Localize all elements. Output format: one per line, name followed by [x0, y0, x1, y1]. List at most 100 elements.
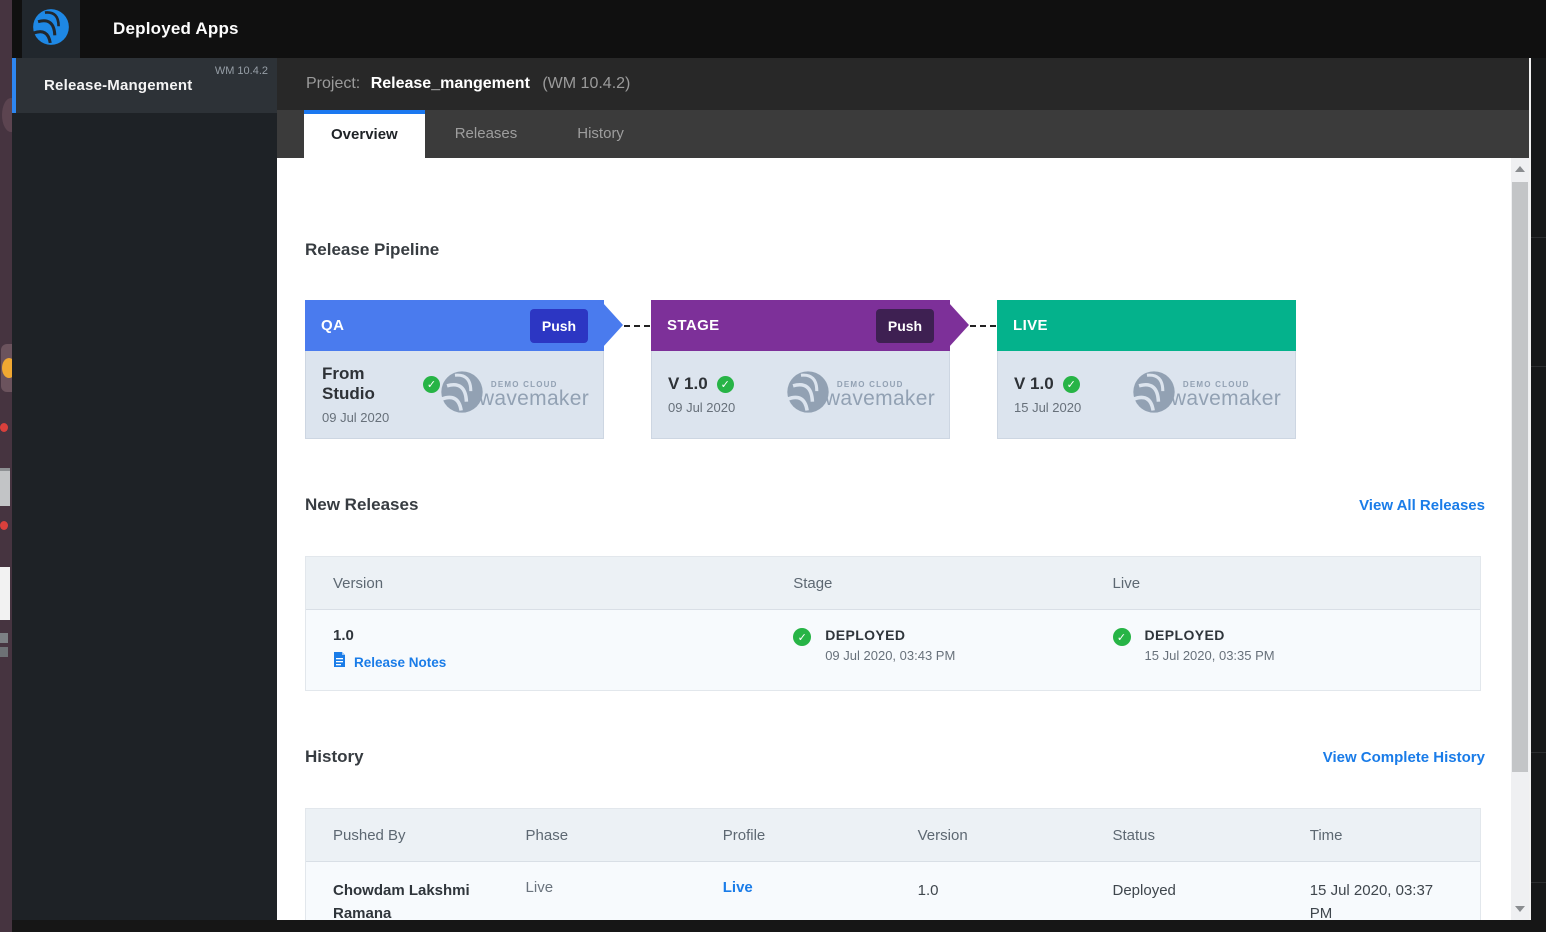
stage-deploy-time: 09 Jul 2020, 03:43 PM [825, 648, 955, 663]
pipeline-arrow-icon [949, 303, 969, 347]
background-dock-strip [0, 0, 12, 932]
tab-releases[interactable]: Releases [425, 110, 548, 158]
tab-overview[interactable]: Overview [304, 110, 425, 158]
stage-name: QA [321, 317, 344, 334]
history-header: History View Complete History [305, 747, 1485, 767]
live-card-header: LIVE [997, 300, 1296, 351]
column-header-version: Version [918, 809, 1113, 861]
logo-text-wavemaker: wavemaker [479, 389, 589, 409]
new-releases-row: 1.0 Release No [306, 610, 1480, 690]
dock-badge-fragment [0, 521, 8, 530]
live-date: 15 Jul 2020 [1014, 400, 1081, 415]
project-header: Project: Release_mangement (WM 10.4.2) [277, 58, 1529, 110]
qa-date: 09 Jul 2020 [322, 410, 440, 425]
success-check-icon: ✓ [423, 376, 440, 393]
release-notes-label: Release Notes [354, 655, 446, 670]
strip-divider [1531, 366, 1546, 367]
stage-card-body: V 1.0 ✓ 09 Jul 2020 [651, 351, 950, 439]
release-version: 1.0 [333, 627, 783, 644]
vertical-scrollbar[interactable] [1511, 158, 1529, 920]
sidebar: Release-Mangement WM 10.4.2 [12, 58, 277, 920]
wavemaker-wave-icon [1132, 370, 1176, 419]
strip-divider [1531, 237, 1546, 238]
history-time: 15 Jul 2020, 03:37 PM [1310, 862, 1480, 920]
pipeline-card-live: LIVE V 1.0 ✓ 15 Jul 2020 [997, 300, 1296, 439]
bottom-window-edge [12, 920, 1546, 932]
new-releases-header: New Releases View All Releases [305, 495, 1485, 515]
history-pushed-by: Chowdam Lakshmi Ramana [306, 862, 526, 920]
view-complete-history-link[interactable]: View Complete History [1323, 749, 1485, 766]
stage-name: LIVE [1013, 317, 1048, 334]
stage-status: DEPLOYED [825, 627, 955, 643]
qa-push-button[interactable]: Push [530, 309, 588, 343]
demo-cloud-wavemaker-logo: DEMO CLOUD wavemaker [786, 370, 935, 419]
tab-history[interactable]: History [547, 110, 654, 158]
sidebar-item-release-mangement[interactable]: Release-Mangement WM 10.4.2 [12, 58, 277, 113]
dock-badge-fragment [0, 423, 8, 432]
demo-cloud-wavemaker-logo: DEMO CLOUD wavemaker [440, 370, 589, 419]
release-notes-link[interactable]: Release Notes [333, 652, 783, 673]
sidebar-project-name: Release-Mangement [44, 77, 192, 94]
dock-window-fragment [0, 567, 10, 620]
wavemaker-logo[interactable] [22, 0, 80, 58]
pipeline-arrow-icon [603, 303, 623, 347]
history-row: Chowdam Lakshmi Ramana Live Live 1.0 Dep… [306, 862, 1480, 920]
dock-window-fragment [0, 468, 10, 506]
success-check-icon: ✓ [1063, 376, 1080, 393]
deployed-check-icon: ✓ [1113, 628, 1131, 646]
new-releases-title: New Releases [305, 495, 418, 515]
success-check-icon: ✓ [717, 376, 734, 393]
project-name: Release_mangement [371, 75, 530, 92]
column-header-phase: Phase [526, 809, 723, 861]
deployed-check-icon: ✓ [793, 628, 811, 646]
wavemaker-wave-icon [32, 8, 70, 51]
scrollbar-thumb[interactable] [1512, 182, 1528, 772]
pipeline-card-qa: QA Push From Studio ✓ 09 Jul 2020 [305, 300, 604, 439]
column-header-time: Time [1310, 809, 1480, 861]
view-all-releases-link[interactable]: View All Releases [1359, 497, 1485, 514]
tab-bar: Overview Releases History [277, 110, 1529, 158]
logo-text-wavemaker: wavemaker [1171, 389, 1281, 409]
scroll-up-button[interactable] [1511, 158, 1529, 180]
pipeline-card-stage: STAGE Push V 1.0 ✓ 09 Jul 2020 [651, 300, 950, 439]
column-header-pushed-by: Pushed By [306, 809, 526, 861]
stage-card-header: STAGE Push [651, 300, 950, 351]
main-panel: Project: Release_mangement (WM 10.4.2) O… [277, 58, 1529, 920]
column-header-stage: Stage [793, 557, 1112, 609]
strip-divider [1531, 752, 1546, 753]
wavemaker-wave-icon [786, 370, 830, 419]
dock-icon-fragment [0, 633, 8, 643]
column-header-profile: Profile [723, 809, 918, 861]
overview-content: Release Pipeline QA Push From Studio [277, 158, 1511, 920]
new-releases-table: Version Stage Live 1.0 [305, 556, 1481, 691]
live-status: DEPLOYED [1145, 627, 1275, 643]
release-pipeline-title: Release Pipeline [305, 240, 1485, 260]
wavemaker-wave-icon [440, 370, 484, 419]
history-version: 1.0 [918, 862, 1113, 920]
qa-version: From Studio [322, 364, 414, 404]
document-icon [333, 652, 346, 673]
dock-icon-fragment [2, 98, 12, 132]
arrow-down-icon [1515, 906, 1525, 912]
stage-push-button[interactable]: Push [876, 309, 934, 343]
qa-card-body: From Studio ✓ 09 Jul 2020 [305, 351, 604, 439]
live-version: V 1.0 [1014, 374, 1054, 394]
column-header-status: Status [1113, 809, 1310, 861]
scroll-down-button[interactable] [1511, 898, 1529, 920]
history-profile-link[interactable]: Live [723, 879, 753, 896]
deployed-apps-window: Deployed Apps Release-Mangement WM 10.4.… [0, 0, 1546, 932]
background-right-strip [1529, 58, 1546, 932]
sidebar-project-version: WM 10.4.2 [215, 65, 268, 77]
column-header-version: Version [306, 557, 793, 609]
top-bar: Deployed Apps [12, 0, 1546, 58]
history-title: History [305, 747, 364, 767]
logo-text-wavemaker: wavemaker [825, 389, 935, 409]
dock-icon-fragment [2, 358, 12, 378]
qa-card-header: QA Push [305, 300, 604, 351]
page-title: Deployed Apps [113, 0, 239, 58]
history-status: Deployed [1113, 862, 1310, 920]
stage-name: STAGE [667, 317, 720, 334]
arrow-up-icon [1515, 166, 1525, 172]
history-table: Pushed By Phase Profile Version Status T… [305, 808, 1481, 920]
release-pipeline: QA Push From Studio ✓ 09 Jul 2020 [305, 300, 1481, 439]
